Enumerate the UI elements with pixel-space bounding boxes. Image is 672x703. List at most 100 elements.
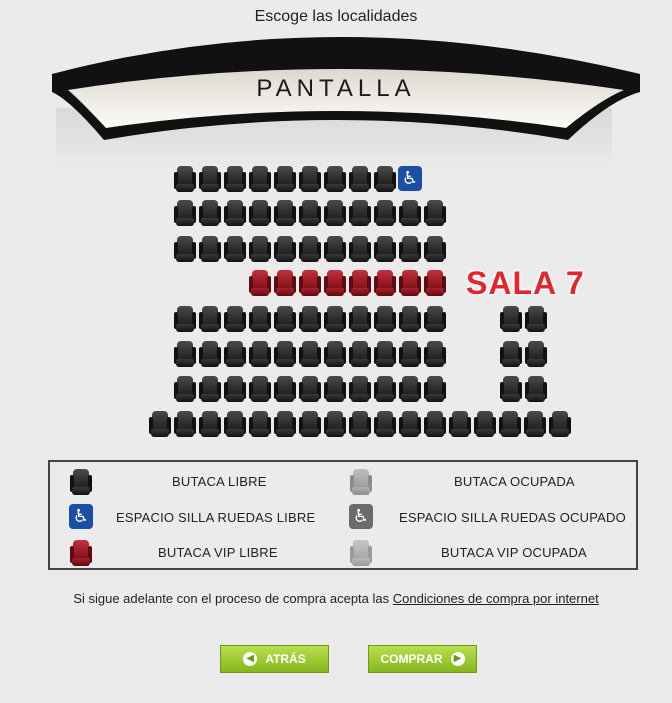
seat[interactable] (424, 199, 446, 227)
seat[interactable] (424, 410, 446, 438)
seat[interactable] (299, 165, 321, 193)
seat[interactable] (274, 410, 296, 438)
seat[interactable] (424, 340, 446, 368)
seat[interactable] (224, 375, 246, 403)
seat[interactable] (174, 199, 196, 227)
seat[interactable] (349, 305, 371, 333)
seat[interactable] (174, 235, 196, 263)
seat[interactable] (374, 375, 396, 403)
seat[interactable] (349, 410, 371, 438)
seat[interactable] (324, 235, 346, 263)
seat[interactable] (324, 199, 346, 227)
vip-seat[interactable] (274, 269, 296, 297)
seat[interactable] (349, 375, 371, 403)
seat[interactable] (399, 340, 421, 368)
seat[interactable] (274, 340, 296, 368)
seat[interactable] (199, 410, 221, 438)
terms-link[interactable]: Condiciones de compra por internet (393, 591, 599, 606)
seat[interactable] (224, 305, 246, 333)
seat[interactable] (424, 375, 446, 403)
seat[interactable] (500, 305, 522, 333)
seat[interactable] (424, 305, 446, 333)
vip-seat[interactable] (424, 269, 446, 297)
seat[interactable] (174, 375, 196, 403)
seat[interactable] (500, 340, 522, 368)
seat[interactable] (224, 410, 246, 438)
seat[interactable] (249, 235, 271, 263)
seat[interactable] (324, 375, 346, 403)
seat[interactable] (199, 305, 221, 333)
buy-button[interactable]: COMPRAR ▶ (368, 645, 477, 673)
seat[interactable] (174, 340, 196, 368)
seat[interactable] (149, 410, 171, 438)
wheelchair-space[interactable]: ♿ (398, 166, 422, 191)
back-button[interactable]: ◀ ATRÁS (220, 645, 329, 673)
seat[interactable] (324, 340, 346, 368)
vip-seat[interactable] (399, 269, 421, 297)
seat[interactable] (249, 199, 271, 227)
seat[interactable] (299, 340, 321, 368)
seat[interactable] (224, 199, 246, 227)
seat[interactable] (324, 410, 346, 438)
seat[interactable] (374, 340, 396, 368)
seat[interactable] (374, 235, 396, 263)
seat[interactable] (274, 165, 296, 193)
seat[interactable] (174, 410, 196, 438)
seat[interactable] (324, 165, 346, 193)
seat[interactable] (274, 375, 296, 403)
seat[interactable] (174, 305, 196, 333)
vip-seat[interactable] (324, 269, 346, 297)
seat[interactable] (199, 375, 221, 403)
seat[interactable] (349, 235, 371, 263)
seat[interactable] (500, 375, 522, 403)
seat[interactable] (199, 165, 221, 193)
seat[interactable] (274, 199, 296, 227)
vip-seat[interactable] (374, 269, 396, 297)
seat[interactable] (524, 410, 546, 438)
seat[interactable] (474, 410, 496, 438)
seat[interactable] (299, 375, 321, 403)
seat[interactable] (374, 165, 396, 193)
legend-taken-label: BUTACA OCUPADA (454, 474, 575, 489)
vip-seat[interactable] (249, 269, 271, 297)
seat[interactable] (174, 165, 196, 193)
seat[interactable] (399, 410, 421, 438)
vip-seat[interactable] (349, 269, 371, 297)
seat[interactable] (299, 199, 321, 227)
seat[interactable] (399, 235, 421, 263)
seat[interactable] (299, 235, 321, 263)
seat[interactable] (274, 235, 296, 263)
seat[interactable] (249, 410, 271, 438)
seat[interactable] (249, 165, 271, 193)
seat[interactable] (374, 410, 396, 438)
seat[interactable] (349, 340, 371, 368)
seat[interactable] (349, 199, 371, 227)
seat[interactable] (224, 235, 246, 263)
seat[interactable] (199, 340, 221, 368)
seat[interactable] (374, 199, 396, 227)
seat[interactable] (249, 305, 271, 333)
seat[interactable] (449, 410, 471, 438)
seat[interactable] (224, 165, 246, 193)
seat[interactable] (399, 375, 421, 403)
seat[interactable] (299, 410, 321, 438)
seat[interactable] (249, 375, 271, 403)
seat[interactable] (199, 235, 221, 263)
seat[interactable] (499, 410, 521, 438)
seat[interactable] (199, 199, 221, 227)
seat[interactable] (525, 305, 547, 333)
seat[interactable] (549, 410, 571, 438)
seat[interactable] (349, 165, 371, 193)
seat[interactable] (399, 305, 421, 333)
seat[interactable] (224, 340, 246, 368)
seat[interactable] (299, 305, 321, 333)
seat[interactable] (424, 235, 446, 263)
seat[interactable] (274, 305, 296, 333)
seat[interactable] (249, 340, 271, 368)
seat[interactable] (324, 305, 346, 333)
seat[interactable] (374, 305, 396, 333)
seat[interactable] (525, 340, 547, 368)
seat[interactable] (399, 199, 421, 227)
vip-seat[interactable] (299, 269, 321, 297)
seat[interactable] (525, 375, 547, 403)
